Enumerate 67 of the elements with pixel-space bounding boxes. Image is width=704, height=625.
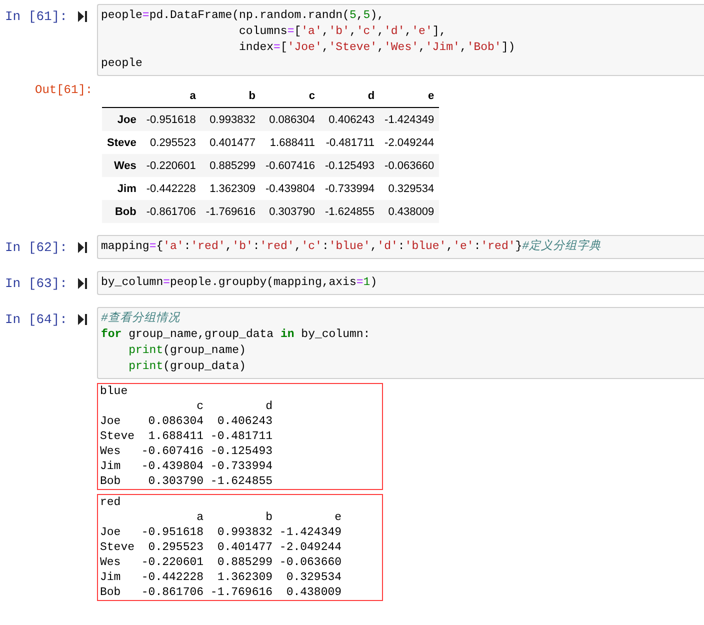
run-icon[interactable] [78,11,87,22]
run-icon[interactable] [78,314,87,325]
code-editor[interactable]: mapping={'a':'red','b':'red','c':'blue','d':'blue','e':'red'}#定义分组字典 [97,235,704,259]
table-cell: 0.438009 [380,200,440,223]
run-icon[interactable] [78,278,87,289]
code-line: people [101,56,144,72]
code-line: print(group_name) [128,343,247,359]
output-line: blue [100,384,129,399]
input-prompt: In [63]: [4,275,68,291]
output-line: Wes -0.607416 -0.125493 [100,444,274,459]
table-cell: -1.769616 [200,200,260,223]
table-cell: -0.220601 [141,154,201,177]
row-header: Wes [102,154,142,177]
table-cell: 1.362309 [200,177,260,200]
table-cell: -0.063660 [380,154,440,177]
output-line: c d [196,399,274,414]
output-line: Steve 1.688411 -0.481711 [100,429,274,444]
input-prompt: In [64]: [4,311,68,327]
table-cell: -0.442228 [141,177,201,200]
code-line: for group_name,group_data in by_column: [101,327,372,343]
table-cell: -0.125493 [320,154,380,177]
code-line: #查看分组情况 [101,311,181,327]
table-cell: -1.624855 [320,200,380,223]
table-cell: 0.303790 [260,200,320,223]
row-header: Steve [102,131,142,154]
row-header: Joe [102,108,142,131]
table-cell: 0.406243 [320,108,380,131]
code-line: by_column=people.groupby(mapping,axis=1) [101,275,378,291]
row-header: Jim [102,177,142,200]
table-cell: 1.688411 [260,131,320,154]
table-cell: 0.086304 [260,108,320,131]
table-cell: -0.861706 [141,200,201,223]
table-cell: -0.439804 [260,177,320,200]
output-line: Wes -0.220601 0.885299 -0.063660 [100,555,343,570]
output-line: Steve 0.295523 0.401477 -2.049244 [100,540,343,555]
table-cell: -0.607416 [260,154,320,177]
input-prompt: In [62]: [4,239,68,255]
table-cell: 0.885299 [200,154,260,177]
output-line: Bob -0.861706 -1.769616 0.438009 [100,585,343,600]
table-cell: -0.733994 [320,177,380,200]
code-editor[interactable]: by_column=people.groupby(mapping,axis=1) [97,271,704,295]
output-line: Jim -0.439804 -0.733994 [100,459,274,474]
table-cell: 0.329534 [380,177,440,200]
output-line: Jim -0.442228 1.362309 0.329534 [100,570,343,585]
table-cell: 0.401477 [200,131,260,154]
code-line: print(group_data) [128,359,247,375]
code-line: people=pd.DataFrame(np.random.randn(5,5), [101,8,385,24]
run-icon[interactable] [78,242,87,253]
table-cell: -2.049244 [380,131,440,154]
table-cell: 0.295523 [141,131,201,154]
code-line: index=['Joe','Steve','Wes','Jim','Bob']) [238,40,516,56]
table-cell: -0.951618 [141,108,201,131]
code-editor[interactable]: people=pd.DataFrame(np.random.randn(5,5), columns=['a','b','c','d','e'], index=['Joe','Steve','Wes','Jim','Bob']) people [97,4,704,76]
output-line: Joe -0.951618 0.993832 -1.424349 [100,525,343,540]
output-prompt: Out[61]: [35,83,93,97]
output-line: Joe 0.086304 0.406243 [100,414,274,429]
row-header: Bob [102,200,142,223]
input-prompt: In [61]: [4,8,68,24]
output-line: Bob 0.303790 -1.624855 [100,474,274,489]
code-line: columns=['a','b','c','d','e'], [238,24,448,40]
code-line: mapping={'a':'red','b':'red','c':'blue','d':'blue','e':'red'}#定义分组字典 [101,239,602,255]
output-line: a b e [196,510,343,525]
code-editor[interactable]: #查看分组情况 for group_name,group_data in by_column: print(group_name) print(group_data) [97,307,704,379]
table-cell: -1.424349 [380,108,440,131]
table-cell: 0.993832 [200,108,260,131]
output-line: red [100,495,122,510]
table-cell: -0.481711 [320,131,380,154]
